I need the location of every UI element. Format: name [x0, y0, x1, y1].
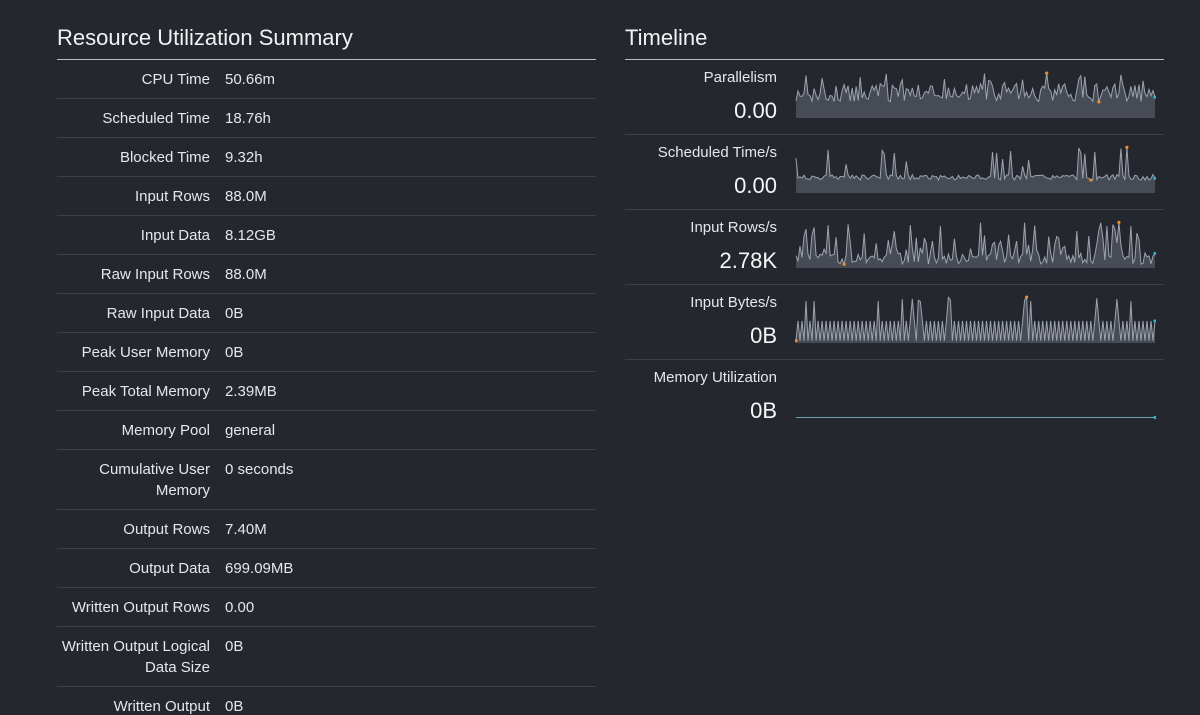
- sparkline-chart: [795, 71, 1156, 118]
- summary-row: Raw Input Data 0B: [57, 294, 596, 333]
- summary-row: Written Output Logical Data Size 0B: [57, 627, 596, 687]
- summary-label: Scheduled Time: [102, 110, 210, 127]
- sparkline-last-marker: [1153, 319, 1156, 323]
- summary-label: Output Rows: [123, 521, 210, 538]
- summary-row: Peak User Memory 0B: [57, 333, 596, 372]
- timeline-label: Input Rows/s: [690, 219, 777, 236]
- summary-value: general: [225, 422, 276, 439]
- resource-utilization-panel: Resource Utilization Summary CPU Time 50.…: [57, 0, 596, 715]
- sparkline-area: [796, 147, 1155, 193]
- summary-row: Cumulative User Memory 0 seconds: [57, 450, 596, 510]
- sparkline-max-marker: [1117, 220, 1121, 224]
- timeline-value: 2.78K: [719, 248, 778, 273]
- sparkline: [795, 293, 1156, 345]
- sparkline: [795, 143, 1156, 195]
- summary-value: 18.76h: [225, 110, 271, 127]
- summary-value: 0B: [225, 638, 244, 655]
- summary-row: Raw Input Rows 88.0M: [57, 255, 596, 294]
- sparkline: [795, 368, 1156, 420]
- summary-label: Cumulative User Memory: [99, 461, 210, 499]
- summary-label: Memory Pool: [121, 422, 210, 439]
- summary-label: Raw Input Rows: [100, 266, 210, 283]
- timeline-row: Input Rows/s 2.78K: [625, 210, 1164, 285]
- resource-utilization-title: Resource Utilization Summary: [57, 0, 596, 60]
- summary-label: Output Data: [129, 560, 210, 577]
- summary-label: Raw Input Data: [106, 305, 210, 322]
- timeline-list: Parallelism 0.00 Scheduled Time/s 0.00 Input…: [625, 60, 1164, 435]
- sparkline-chart: [795, 220, 1156, 268]
- timeline-value: 0B: [750, 398, 777, 423]
- sparkline-line: [795, 147, 1156, 182]
- summary-row: Written Output Rows 0.00: [57, 588, 596, 627]
- sparkline: [795, 68, 1156, 120]
- summary-row: Scheduled Time 18.76h: [57, 99, 596, 138]
- timeline-value: 0.00: [734, 98, 777, 123]
- summary-row: Input Data 8.12GB: [57, 216, 596, 255]
- summary-label: Input Rows: [134, 188, 210, 205]
- sparkline: [795, 218, 1156, 270]
- summary-value: 88.0M: [225, 188, 267, 205]
- summary-value: 2.39MB: [225, 383, 277, 400]
- summary-value: 0B: [225, 305, 244, 322]
- summary-row: Output Data 699.09MB: [57, 549, 596, 588]
- timeline-value: 0.00: [734, 173, 777, 198]
- sparkline-max-marker: [1125, 145, 1129, 149]
- timeline-row: Scheduled Time/s 0.00: [625, 135, 1164, 210]
- timeline-label: Scheduled Time/s: [657, 144, 777, 161]
- sparkline-min-marker: [1089, 178, 1093, 182]
- summary-value: 699.09MB: [225, 560, 294, 577]
- summary-value: 50.66m: [225, 71, 276, 88]
- summary-value: 0.00: [225, 599, 255, 616]
- summary-table: CPU Time 50.66m Scheduled Time 18.76h Blocke…: [57, 60, 596, 715]
- summary-row: Output Rows 7.40M: [57, 510, 596, 549]
- summary-row: Blocked Time 9.32h: [57, 138, 596, 177]
- sparkline-min-marker: [1097, 100, 1101, 104]
- sparkline-max-marker: [1025, 295, 1029, 299]
- summary-label: Written Output Rows: [71, 599, 210, 616]
- summary-row: Input Rows 88.0M: [57, 177, 596, 216]
- sparkline-min-marker: [842, 262, 846, 266]
- summary-value: 0 seconds: [225, 461, 294, 478]
- summary-row: Memory Pool general: [57, 411, 596, 450]
- timeline-label: Memory Utilization: [653, 369, 777, 386]
- summary-row: Written Output Physical Data Size 0B: [57, 687, 596, 715]
- summary-label: Peak User Memory: [81, 344, 210, 361]
- summary-row: CPU Time 50.66m: [57, 60, 596, 99]
- sparkline-max-marker: [1045, 71, 1049, 75]
- summary-value: 0B: [225, 698, 244, 715]
- timeline-label: Parallelism: [703, 69, 777, 86]
- summary-label: Written Output Physical Data Size: [113, 698, 210, 715]
- summary-value: 8.12GB: [225, 227, 276, 244]
- summary-value: 7.40M: [225, 521, 267, 538]
- summary-label: Written Output Logical Data Size: [61, 638, 210, 676]
- summary-value: 0B: [225, 344, 244, 361]
- sparkline-chart: [795, 295, 1156, 343]
- summary-row: Peak Total Memory 2.39MB: [57, 372, 596, 411]
- sparkline-last-marker: [1153, 415, 1156, 420]
- page: Resource Utilization Summary CPU Time 50.…: [0, 0, 1200, 715]
- summary-label: CPU Time: [141, 71, 210, 88]
- summary-label: Peak Total Memory: [81, 383, 210, 400]
- timeline-title: Timeline: [625, 0, 1164, 60]
- timeline-row: Memory Utilization 0B: [625, 360, 1164, 435]
- timeline-label: Input Bytes/s: [690, 294, 777, 311]
- sparkline-chart: [795, 145, 1156, 193]
- timeline-row: Parallelism 0.00: [625, 60, 1164, 135]
- timeline-value: 0B: [750, 323, 777, 348]
- summary-label: Input Data: [140, 227, 210, 244]
- sparkline-area: [796, 222, 1155, 268]
- timeline-panel: Timeline Parallelism 0.00 Scheduled Time/s…: [625, 0, 1164, 435]
- timeline-row: Input Bytes/s 0B: [625, 285, 1164, 360]
- sparkline-chart: [796, 415, 1156, 420]
- summary-label: Blocked Time: [119, 149, 210, 166]
- summary-value: 9.32h: [225, 149, 263, 166]
- summary-value: 88.0M: [225, 266, 267, 283]
